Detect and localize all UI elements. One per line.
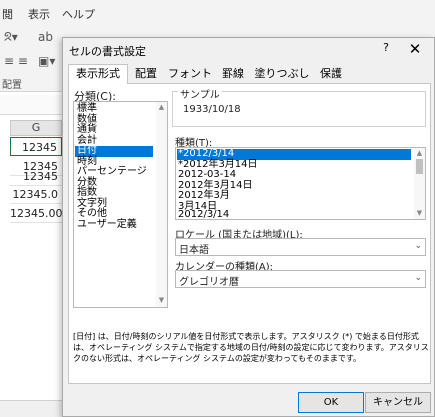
type-item-selected[interactable]: *2012/3/14 (177, 148, 411, 160)
type-scrollbar[interactable]: ▲ ▼ (414, 148, 425, 219)
type-item[interactable]: 2012-03-14 (178, 169, 236, 181)
tab-border[interactable]: 罫線 (218, 66, 248, 84)
cell-g1[interactable]: 12345 (10, 137, 62, 156)
tab-number[interactable]: 表示形式 (68, 64, 128, 85)
group-label: 配置 (2, 80, 22, 91)
ok-button[interactable]: OK (298, 392, 364, 413)
tab-alignment[interactable]: 配置 (130, 66, 162, 84)
category-scrollbar[interactable]: ▲ ▼ (156, 102, 167, 307)
category-item[interactable]: パーセンテージ (77, 166, 147, 178)
scroll-thumb[interactable] (416, 159, 423, 174)
close-button[interactable]: ✕ (406, 40, 424, 58)
sample-value: 1933/10/18 (183, 104, 241, 115)
locale-value: 日本語 (179, 245, 209, 256)
format-cells-dialog: セルの書式設定 ? ✕ 表示形式 配置 フォント 罫線 塗りつぶし 保護 分類(… (62, 37, 435, 417)
locale-select[interactable]: 日本語 ⌄ (175, 238, 426, 256)
tab-font[interactable]: フォント (166, 66, 214, 84)
category-item[interactable]: その他 (77, 208, 107, 220)
format-description: [日付] は、日付/時刻のシリアル値を日付形式で表示します。アスタリスク (*)… (73, 332, 429, 363)
status-strip (0, 400, 62, 417)
category-item[interactable]: 標準 (77, 103, 97, 115)
calendar-select[interactable]: グレゴリオ暦 ⌄ (175, 270, 426, 288)
category-item[interactable]: 通貨 (77, 124, 97, 136)
merge-icon[interactable]: ▣▾ (38, 54, 55, 68)
category-item-selected[interactable]: 日付 (75, 145, 153, 157)
menu-item-view[interactable]: 表示 (28, 6, 50, 22)
calendar-value: グレゴリオ暦 (179, 277, 239, 288)
column-header-g[interactable]: G (10, 120, 62, 136)
tab-protection[interactable]: 保護 (316, 66, 346, 84)
sample-label: サンプル (178, 86, 222, 101)
scroll-down-icon[interactable]: ▼ (415, 209, 424, 217)
font-color-icon[interactable]: ᘝ▾ (4, 30, 18, 45)
scroll-down-icon[interactable]: ▼ (157, 296, 166, 304)
formula-bar (0, 95, 62, 115)
sample-group: サンプル 1933/10/18 (172, 86, 426, 127)
help-button[interactable]: ? (379, 41, 393, 57)
type-item[interactable]: 2012年3月 (178, 190, 230, 202)
menu-item-help[interactable]: ヘルプ (62, 6, 95, 22)
align-icon[interactable]: ≡ ≡ (4, 54, 28, 68)
tab-strip: 表示形式 配置 フォント 罫線 塗りつぶし 保護 (68, 64, 431, 85)
category-item[interactable]: ユーザー定義 (77, 219, 137, 231)
wrap-text-icon[interactable]: ab (38, 30, 53, 44)
cancel-button[interactable]: キャンセル (365, 392, 431, 413)
number-tab-panel: 分類(C): 標準 数値 通貨 会計 日付 時刻 パーセンテージ 分数 指数 文… (68, 84, 431, 384)
type-list[interactable]: *2012/3/14 *2012年3月14日 2012-03-14 2012年3… (175, 147, 426, 220)
chevron-down-icon: ⌄ (414, 273, 422, 283)
tab-fill[interactable]: 塗りつぶし (252, 66, 312, 84)
chevron-down-icon: ⌄ (414, 241, 422, 251)
category-item[interactable]: 指数 (77, 187, 97, 199)
cell-g3[interactable]: 12345 (10, 167, 62, 186)
cell-g4[interactable]: 12345.0 (10, 185, 62, 204)
dialog-title: セルの書式設定 (69, 45, 146, 58)
cell-g5[interactable]: 12345.00 (10, 204, 63, 223)
menu-item[interactable]: 閲 (2, 6, 13, 22)
type-item[interactable]: 2012/3/14 (178, 209, 229, 221)
scroll-up-icon[interactable]: ▲ (157, 103, 166, 111)
category-list[interactable]: 標準 数値 通貨 会計 日付 時刻 パーセンテージ 分数 指数 文字列 その他 … (73, 101, 168, 308)
scroll-up-icon[interactable]: ▲ (415, 149, 424, 157)
